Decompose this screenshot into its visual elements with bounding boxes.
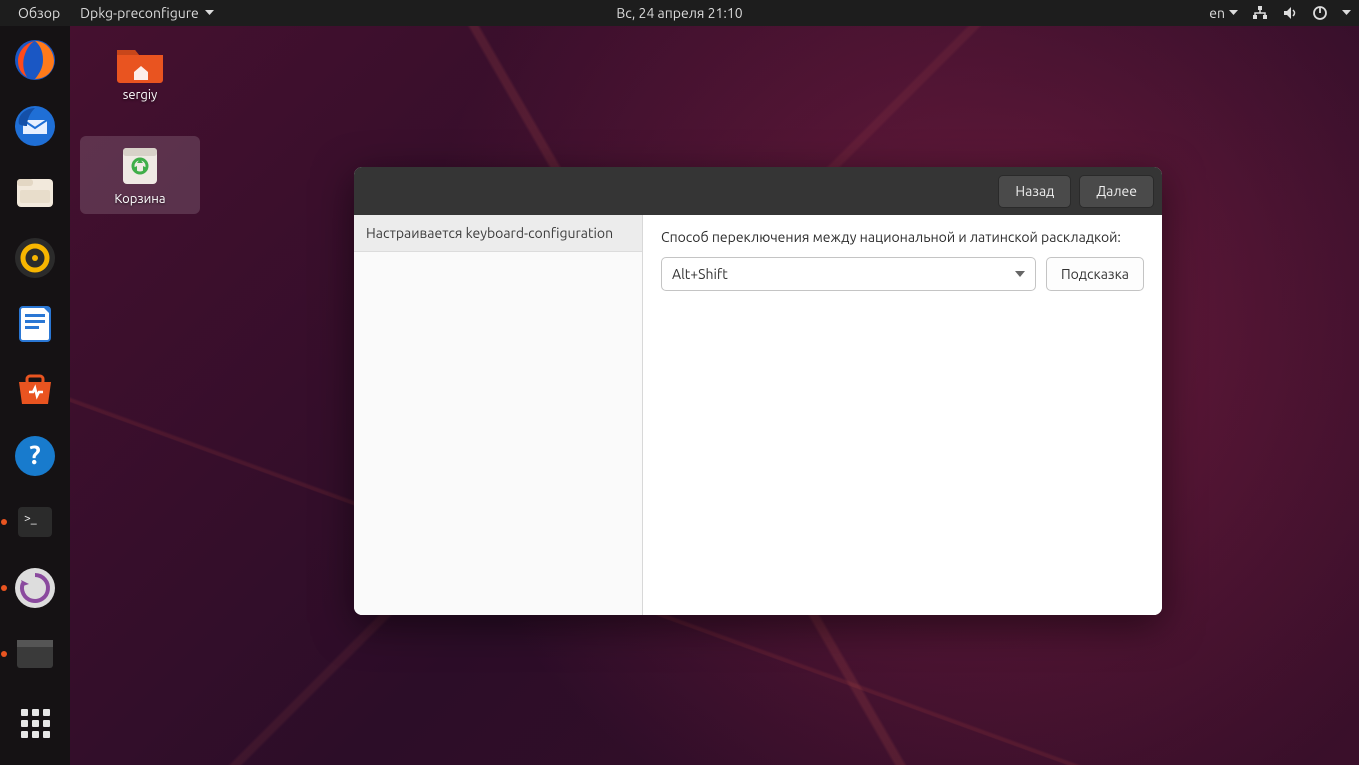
dock-rhythmbox[interactable] xyxy=(11,234,59,282)
dock-firefox[interactable] xyxy=(11,36,59,84)
layout-switch-select[interactable]: Alt+Shift xyxy=(661,257,1036,291)
keyboard-layout-indicator[interactable]: en xyxy=(1209,5,1238,21)
dialog-sidebar: Настраивается keyboard-configuration xyxy=(354,215,643,615)
desktop-home-folder[interactable]: sergiy xyxy=(80,32,200,110)
desktop-icon-label: Корзина xyxy=(114,192,165,206)
dock-ubuntu-software[interactable] xyxy=(11,366,59,414)
sidebar-step: Настраивается keyboard-configuration xyxy=(354,215,642,252)
top-bar: Обзор Dpkg-preconfigure Вс, 24 апреля 21… xyxy=(0,0,1359,26)
keyboard-layout-label: en xyxy=(1209,5,1225,21)
hint-button[interactable]: Подсказка xyxy=(1046,257,1144,291)
desktop-trash[interactable]: Корзина xyxy=(80,136,200,214)
svg-text:>_: >_ xyxy=(24,512,37,525)
dpkg-preconfigure-dialog: Назад Далее Настраивается keyboard-confi… xyxy=(354,167,1162,615)
back-button[interactable]: Назад xyxy=(998,175,1071,208)
show-applications[interactable] xyxy=(11,699,59,747)
dock-files[interactable] xyxy=(11,168,59,216)
chevron-down-icon xyxy=(1229,10,1238,16)
volume-icon[interactable] xyxy=(1282,5,1298,21)
system-menu-chevron[interactable] xyxy=(1342,10,1351,16)
dock-running-window[interactable] xyxy=(11,630,59,678)
dock-thunderbird[interactable] xyxy=(11,102,59,150)
app-menu-label: Dpkg-preconfigure xyxy=(80,5,199,21)
dialog-body: Настраивается keyboard-configuration Спо… xyxy=(354,215,1162,615)
system-tray: en xyxy=(1209,5,1351,21)
dock-terminal[interactable]: >_ xyxy=(11,498,59,546)
dock: ? >_ xyxy=(0,26,70,765)
power-icon[interactable] xyxy=(1312,5,1328,21)
clock[interactable]: Вс, 24 апреля 21:10 xyxy=(616,5,742,21)
dock-software-updater[interactable] xyxy=(11,564,59,612)
trash-icon xyxy=(115,144,165,188)
prompt-label: Способ переключения между национальной и… xyxy=(661,229,1144,245)
svg-text:?: ? xyxy=(29,440,40,469)
next-button[interactable]: Далее xyxy=(1079,175,1154,208)
input-row: Alt+Shift Подсказка xyxy=(661,257,1144,291)
dock-libreoffice-writer[interactable] xyxy=(11,300,59,348)
activities-button[interactable]: Обзор xyxy=(8,5,70,21)
dialog-content: Способ переключения между национальной и… xyxy=(643,215,1162,615)
network-icon[interactable] xyxy=(1252,5,1268,21)
chevron-down-icon xyxy=(205,10,214,16)
app-menu[interactable]: Dpkg-preconfigure xyxy=(70,5,224,21)
folder-icon xyxy=(115,40,165,84)
dialog-titlebar: Назад Далее xyxy=(354,167,1162,215)
dock-help[interactable]: ? xyxy=(11,432,59,480)
desktop-icon-label: sergiy xyxy=(123,88,158,102)
chevron-down-icon xyxy=(1342,10,1351,16)
